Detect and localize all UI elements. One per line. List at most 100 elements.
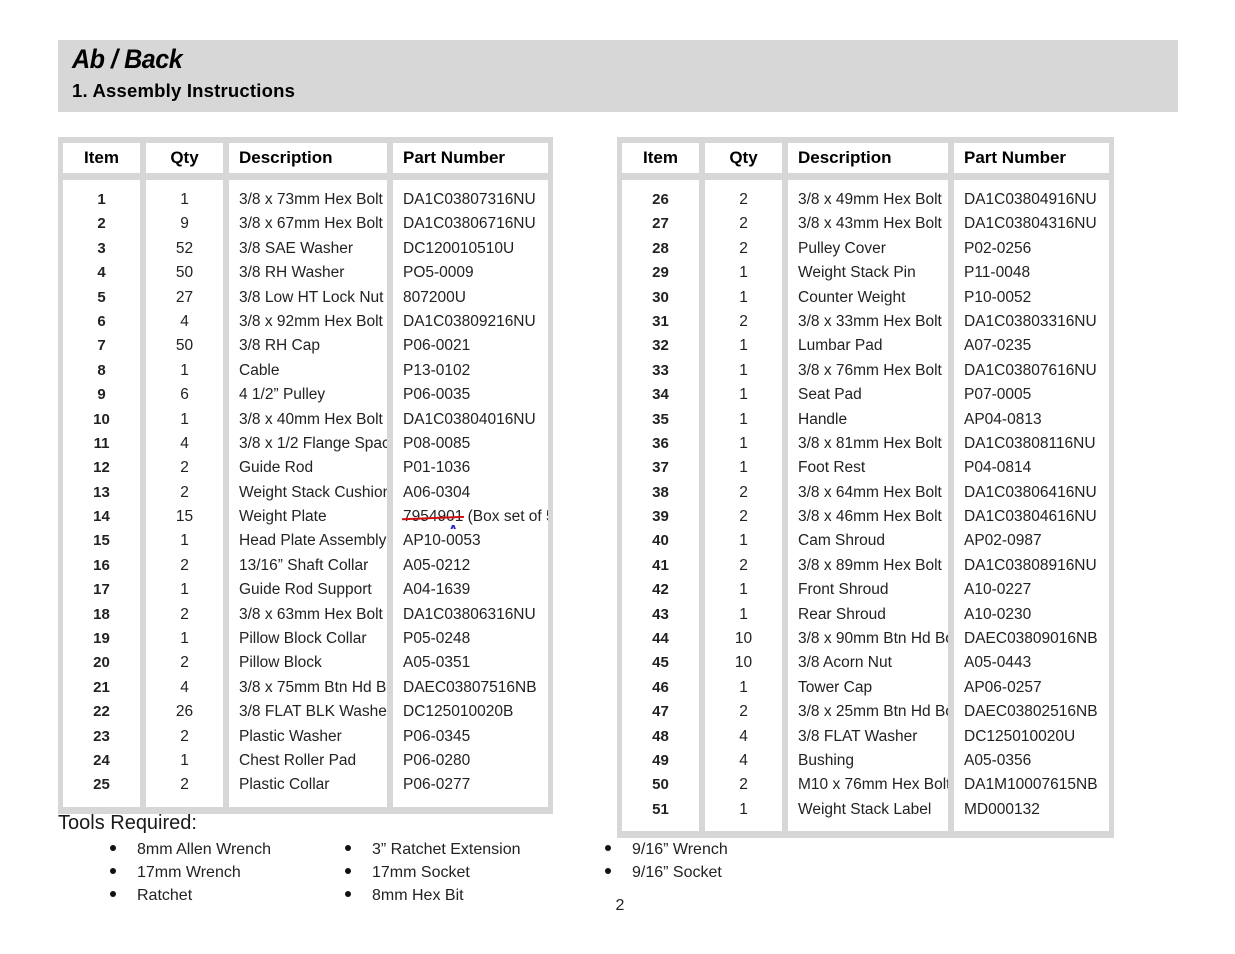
table-cell-part_number: DA1C03804016NU bbox=[403, 410, 536, 428]
table-cell-qty: 1 bbox=[180, 410, 189, 428]
table-cell-qty: 2 bbox=[739, 556, 748, 574]
table-cell-item: 43 bbox=[652, 605, 669, 623]
table-cell-qty: 1 bbox=[739, 459, 748, 477]
table-cell-part_number: DC120010510U bbox=[403, 239, 515, 257]
table-cell-description: 3/8 x 92mm Hex Bolt bbox=[239, 312, 383, 330]
column-header-part-number: Part Number bbox=[954, 143, 1109, 173]
table-cell-part_number: DC125010020B bbox=[403, 703, 514, 721]
table-cell-qty: 1 bbox=[739, 264, 748, 282]
table-cell-item: 21 bbox=[93, 678, 110, 696]
table-cell-qty: 4 bbox=[180, 434, 189, 452]
column-header-part-number: Part Number bbox=[393, 143, 548, 173]
table-cell-part_number: A06-0304 bbox=[403, 483, 471, 501]
table-cell-qty: 1 bbox=[739, 581, 748, 599]
table-cell-part_number: A05-0356 bbox=[964, 751, 1032, 769]
table-cell-description: Handle bbox=[798, 410, 848, 428]
tool-list-item: 9/16” Wrench bbox=[605, 841, 805, 864]
table-cell-description: 13/16” Shaft Collar bbox=[239, 556, 369, 574]
table-cell-description: 3/8 x 25mm Btn Hd Bolt bbox=[798, 703, 948, 721]
table-cell-part_number: DA1C03806416NU bbox=[964, 483, 1097, 501]
table-cell-qty: 1 bbox=[739, 605, 748, 623]
table-cell-item: 10 bbox=[93, 410, 110, 428]
table-cell-description: 3/8 x 40mm Hex Bolt bbox=[239, 410, 383, 428]
table-cell-item: 5 bbox=[97, 288, 106, 306]
table-cell-item: 17 bbox=[93, 581, 110, 599]
table-cell-item: 25 bbox=[93, 776, 110, 794]
table-cell-qty: 2 bbox=[180, 605, 189, 623]
table-cell-item: 32 bbox=[652, 337, 669, 355]
table-cell-part_number: A07-0235 bbox=[964, 337, 1032, 355]
table-cell-item: 48 bbox=[652, 727, 669, 745]
table-cell-description: Seat Pad bbox=[798, 386, 862, 404]
table-cell-description: Cam Shroud bbox=[798, 532, 886, 550]
table-cell-description: Counter Weight bbox=[798, 288, 906, 306]
table-cell-part_number: P13-0102 bbox=[403, 361, 471, 379]
table-cell-qty: 2 bbox=[180, 776, 189, 794]
table-cell-item: 11 bbox=[93, 434, 110, 452]
table-cell-item: 40 bbox=[652, 532, 669, 550]
table-cell-part_number: P06-0345 bbox=[403, 727, 471, 745]
table-cell-description: Weight Stack Cushion bbox=[239, 483, 387, 501]
table-cell-qty: 2 bbox=[180, 727, 189, 745]
table-cell-part_number: AP04-0813 bbox=[964, 410, 1042, 428]
table-cell-item: 38 bbox=[652, 483, 669, 501]
table-cell-qty: 1 bbox=[180, 630, 189, 648]
table-cell-description: Pillow Block Collar bbox=[239, 630, 367, 648]
tool-label: 17mm Socket bbox=[372, 864, 470, 881]
table-cell-description: 3/8 RH Cap bbox=[239, 337, 320, 355]
table-cell-item: 8 bbox=[97, 361, 106, 379]
table-cell-description: 3/8 Low HT Lock Nut bbox=[239, 288, 384, 306]
table-cell-description: 3/8 x 90mm Btn Hd Bolt bbox=[798, 630, 948, 648]
table-cell-part_number: DA1C03808116NU bbox=[964, 434, 1096, 452]
table-cell-item: 45 bbox=[652, 654, 669, 672]
table-cell-part_number: DA1C03808916NU bbox=[964, 556, 1097, 574]
table-cell-item: 6 bbox=[97, 312, 106, 330]
table-cell-description: 3/8 x 75mm Btn Hd Bolt bbox=[239, 678, 387, 696]
tool-label: 9/16” Wrench bbox=[632, 841, 728, 858]
table-cell-item: 19 bbox=[93, 630, 110, 648]
table-cell-qty: 4 bbox=[180, 312, 189, 330]
table-cell-item: 47 bbox=[652, 703, 669, 721]
table-cell-part_number: P06-0280 bbox=[403, 751, 471, 769]
bullet-icon bbox=[605, 845, 611, 851]
table-cell-qty: 2 bbox=[739, 703, 748, 721]
table-cell-qty: 2 bbox=[739, 776, 748, 794]
table-cell-qty: 1 bbox=[180, 581, 189, 599]
tools-required-heading: Tools Required: bbox=[58, 812, 197, 834]
table-cell-qty: 9 bbox=[180, 215, 189, 233]
table-cell-item: 41 bbox=[652, 556, 669, 574]
table-cell-item: 9 bbox=[97, 386, 106, 404]
table-cell-qty: 2 bbox=[739, 191, 748, 208]
column-part-number: DA1C03804916NU DA1C03804316NU P02-0256 P11-… bbox=[954, 180, 1109, 832]
table-cell-item: 31 bbox=[652, 312, 669, 330]
table-cell-description: 3/8 x 67mm Hex Bolt bbox=[239, 215, 383, 233]
table-cell-description: 3/8 RH Washer bbox=[239, 264, 345, 282]
table-cell-part_number: P05-0248 bbox=[403, 630, 471, 648]
tool-label: Ratchet bbox=[137, 887, 193, 904]
table-cell-item: 3 bbox=[97, 239, 106, 257]
table-cell-part_number: DA1C03809216NU bbox=[403, 312, 536, 330]
table-cell-item: 50 bbox=[652, 776, 669, 794]
table-cell-part_number: P11-0048 bbox=[964, 264, 1031, 282]
table-cell-part_number: A10-0230 bbox=[964, 605, 1032, 623]
bullet-icon bbox=[345, 868, 351, 874]
table-cell-item: 46 bbox=[652, 678, 669, 696]
table-cell-description: 3/8 FLAT BLK Washer bbox=[239, 703, 387, 721]
table-cell-part_number: DA1C03804616NU bbox=[964, 508, 1097, 526]
table-cell-part_number: DAEC03809016NB bbox=[964, 630, 1098, 648]
table-cell-part_number: DA1C03806716NU bbox=[403, 215, 536, 233]
table-body: 26 27 28 29 30 31 32 33 34 35 36 37 38 39 40 41 42 43 44 45… bbox=[622, 180, 1109, 832]
table-cell-part_number: DA1C03803316NU bbox=[964, 312, 1097, 330]
table-cell-qty: 2 bbox=[739, 483, 748, 501]
table-cell-qty: 6 bbox=[180, 386, 189, 404]
table-cell-part_number: P06-0035 bbox=[403, 386, 471, 404]
table-cell-description: Guide Rod bbox=[239, 459, 314, 477]
table-cell-qty: 50 bbox=[175, 264, 194, 282]
table-cell-description: 3/8 x 1/2 Flange Spacer bbox=[239, 434, 387, 452]
table-cell-description: 3/8 Acorn Nut bbox=[798, 654, 892, 672]
table-cell-part_number: 7954901 (Box set of 5)ʌ bbox=[393, 505, 548, 529]
table-cell-description: Pillow Block bbox=[239, 654, 322, 672]
table-header-row: Item Qty Description Part Number bbox=[63, 143, 548, 173]
table-cell-qty: 1 bbox=[180, 191, 189, 208]
table-cell-item: 37 bbox=[652, 459, 669, 477]
